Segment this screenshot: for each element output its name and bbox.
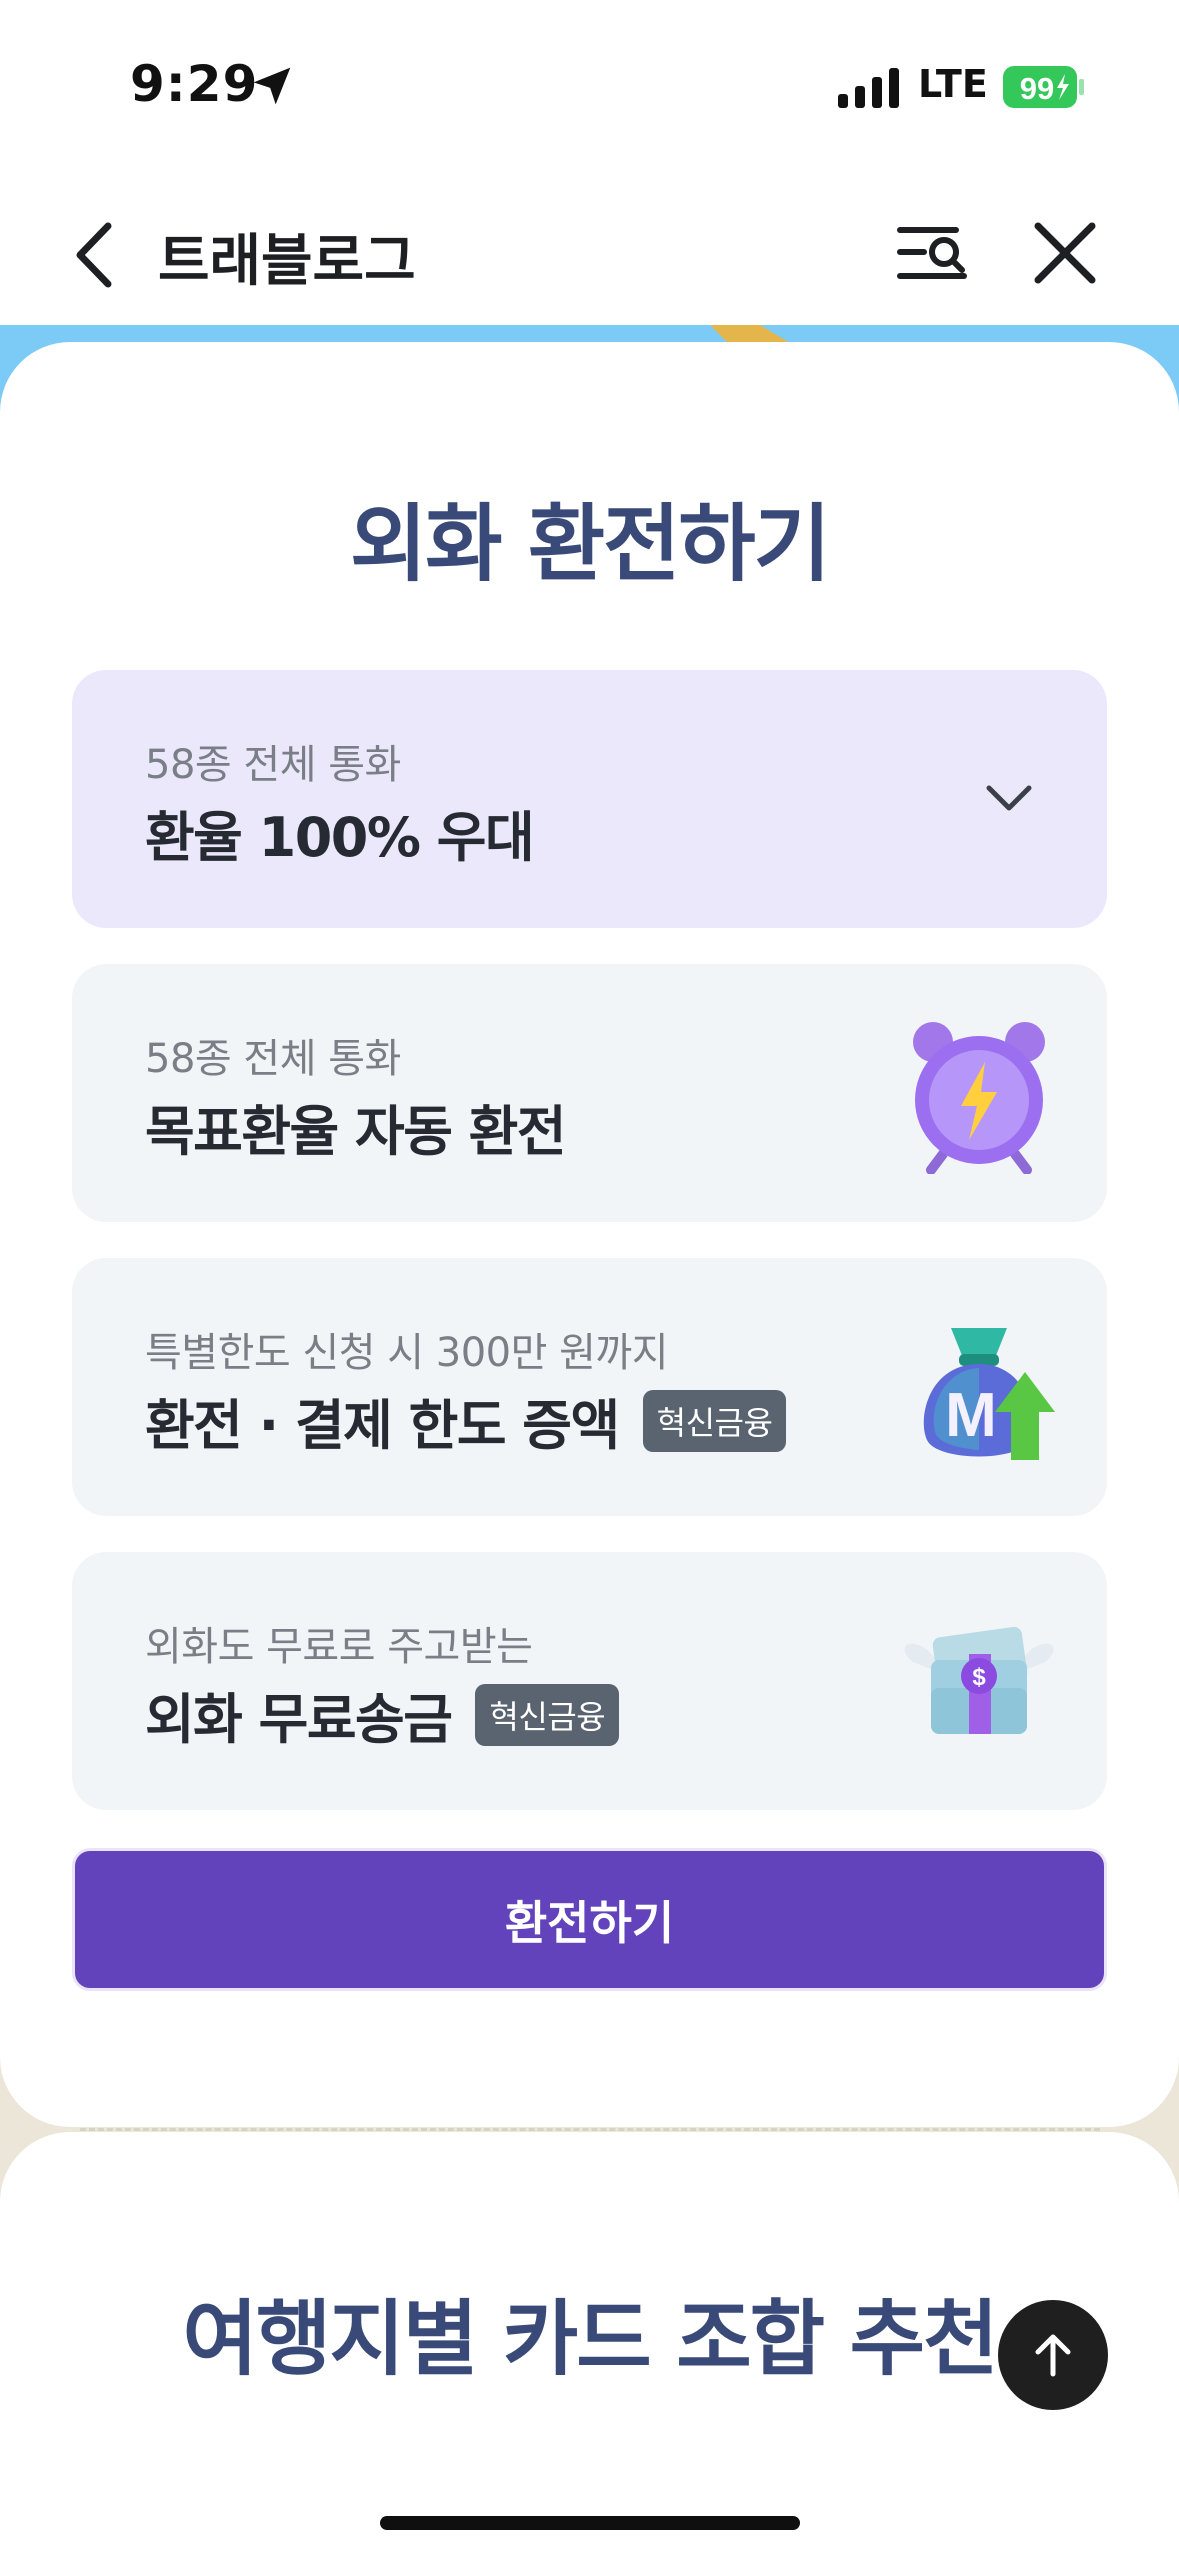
option-subtitle: 58종 전체 통화	[145, 742, 401, 788]
exchange-card: 외화 환전하기 58종 전체 통화 환율 100% 우대 58종 전체 통화 목…	[0, 342, 1179, 2127]
option-title: 환전 · 결제 한도 증액 혁신금융	[145, 1381, 787, 1460]
option-rate-discount[interactable]: 58종 전체 통화 환율 100% 우대	[72, 670, 1107, 928]
cellular-signal-icon	[838, 68, 899, 108]
option-title: 외화 무료송금 혁신금융	[145, 1675, 620, 1754]
svg-text:$: $	[972, 1664, 986, 1691]
option-limit-increase[interactable]: 특별한도 신청 시 300만 원까지 환전 · 결제 한도 증액 혁신금융 M	[72, 1258, 1107, 1516]
arrow-up-icon	[1035, 2334, 1071, 2377]
svg-text:M: M	[945, 1381, 997, 1450]
nav-header: 트래블로그	[0, 170, 1179, 330]
option-title-text: 외화 무료송금	[145, 1688, 453, 1751]
scroll-to-top-button[interactable]	[998, 2300, 1108, 2410]
status-time: 9:29	[130, 55, 259, 113]
innovation-badge: 혁신금융	[642, 1389, 787, 1452]
divider	[80, 2128, 1100, 2131]
option-title-text: 환전 · 결제 한도 증액	[145, 1394, 620, 1457]
exchange-section-title: 외화 환전하기	[350, 495, 831, 593]
chevron-down-icon[interactable]	[983, 780, 1035, 816]
option-title: 환율 100% 우대	[145, 793, 535, 872]
back-chevron-icon[interactable]	[70, 220, 120, 290]
exchange-button[interactable]: 환전하기	[72, 1848, 1107, 1991]
location-arrow-icon	[253, 67, 291, 105]
option-free-remittance[interactable]: 외화도 무료로 주고받는 외화 무료송금 혁신금융 $	[72, 1552, 1107, 1810]
status-bar: 9:29 LTE 99	[0, 0, 1179, 170]
battery-level: 99	[1020, 71, 1054, 106]
option-title-text: 목표환율 자동 환전	[145, 1100, 567, 1163]
option-subtitle: 외화도 무료로 주고받는	[145, 1624, 533, 1670]
flying-money-icon: $	[904, 1626, 1054, 1734]
alarm-clock-icon	[913, 1022, 1045, 1174]
option-title: 목표환율 자동 환전	[145, 1087, 567, 1166]
option-subtitle: 특별한도 신청 시 300만 원까지	[145, 1330, 669, 1376]
network-type: LTE	[918, 62, 988, 106]
search-list-icon[interactable]	[896, 218, 972, 288]
option-title-text: 환율 100% 우대	[145, 806, 535, 869]
innovation-badge: 혁신금융	[475, 1683, 620, 1746]
option-target-rate[interactable]: 58종 전체 통화 목표환율 자동 환전	[72, 964, 1107, 1222]
home-indicator[interactable]	[380, 2516, 800, 2530]
close-icon[interactable]	[1030, 218, 1100, 288]
battery-icon: 99	[1003, 66, 1084, 108]
header-title: 트래블로그	[158, 229, 416, 294]
option-subtitle: 58종 전체 통화	[145, 1036, 401, 1082]
money-bag-icon: M	[923, 1328, 1055, 1460]
